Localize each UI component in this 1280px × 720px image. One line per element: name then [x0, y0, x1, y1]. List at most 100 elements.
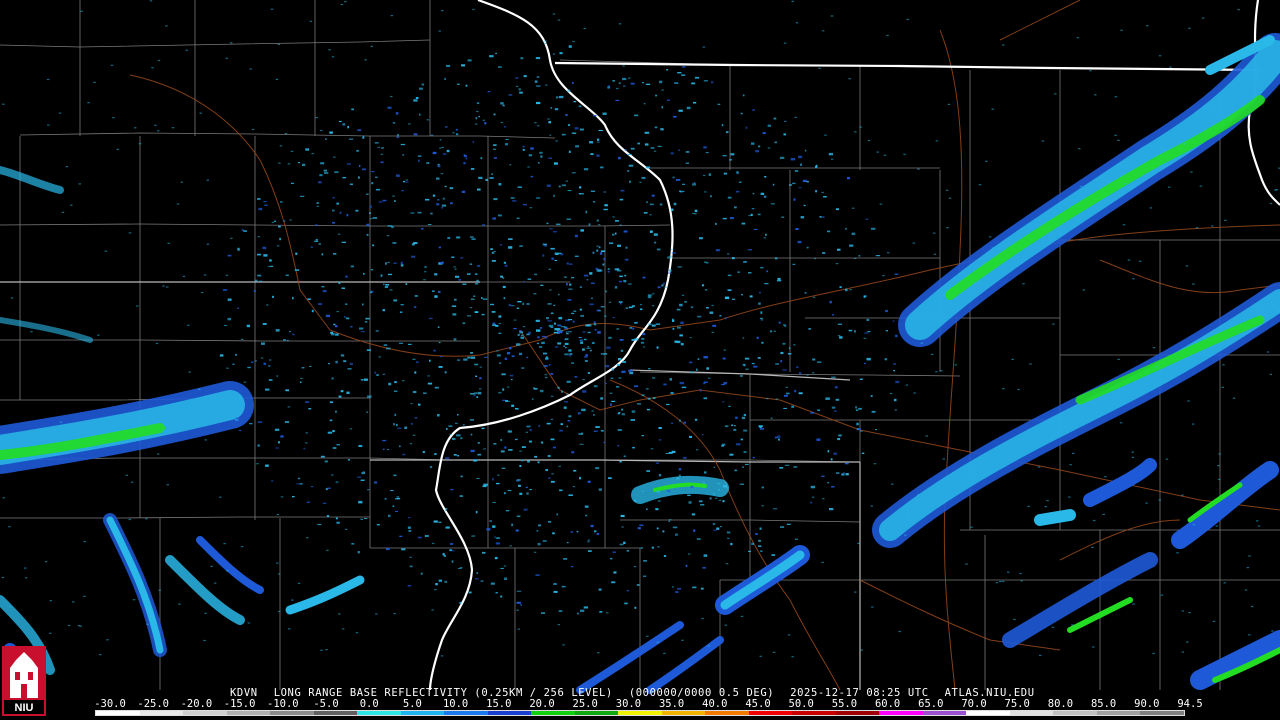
clutter-speck — [719, 314, 722, 317]
clutter-speck — [472, 141, 475, 143]
clutter-speck — [392, 505, 395, 507]
clutter-speck — [345, 275, 348, 278]
clutter-speck — [439, 147, 442, 149]
clutter-speck — [778, 438, 780, 441]
clutter-speck — [441, 146, 444, 148]
clutter-speck — [541, 335, 547, 338]
clutter-speck — [359, 327, 364, 330]
clutter-speck — [1020, 580, 1023, 582]
clutter-speck — [466, 315, 472, 317]
clutter-speck — [280, 435, 284, 438]
clutter-speck — [328, 49, 331, 51]
clutter-speck — [722, 443, 726, 446]
clutter-speck — [449, 434, 452, 436]
clutter-speck — [756, 336, 759, 339]
clutter-speck — [821, 191, 824, 194]
clutter-speck — [912, 242, 916, 244]
clutter-speck — [544, 337, 548, 339]
clutter-speck — [782, 369, 787, 371]
clutter-speck — [604, 382, 607, 384]
clutter-speck — [83, 595, 86, 597]
clutter-speck — [1218, 99, 1221, 101]
clutter-speck — [412, 358, 416, 360]
clutter-speck — [1246, 567, 1250, 569]
clutter-speck — [715, 222, 717, 225]
clutter-speck — [413, 133, 418, 136]
clutter-speck — [258, 207, 263, 211]
clutter-speck — [650, 448, 654, 450]
clutter-speck — [602, 263, 605, 266]
clutter-speck — [851, 207, 855, 209]
clutter-speck — [475, 273, 478, 275]
clutter-speck — [948, 197, 952, 199]
clutter-speck — [591, 297, 593, 299]
clutter-speck — [522, 302, 525, 305]
clutter-speck — [253, 290, 256, 292]
clutter-speck — [649, 230, 653, 233]
clutter-speck — [551, 473, 554, 475]
clutter-speck — [1082, 289, 1085, 291]
clutter-speck — [680, 321, 684, 324]
clutter-speck — [845, 288, 848, 292]
clutter-speck — [475, 578, 479, 580]
clutter-speck — [917, 494, 920, 496]
clutter-speck — [557, 324, 562, 327]
clutter-speck — [683, 421, 686, 424]
clutter-speck — [791, 656, 794, 658]
clutter-speck — [484, 122, 487, 125]
clutter-speck — [386, 235, 390, 237]
clutter-speck — [637, 527, 641, 530]
clutter-speck — [515, 85, 519, 87]
clutter-speck — [718, 499, 722, 501]
clutter-speck — [618, 377, 622, 379]
clutter-speck — [478, 115, 480, 118]
clutter-speck — [530, 175, 533, 178]
clutter-speck — [821, 216, 825, 218]
clutter-speck — [335, 410, 337, 413]
clutter-speck — [876, 151, 879, 153]
clutter-speck — [588, 550, 592, 552]
clutter-speck — [676, 477, 680, 480]
clutter-speck — [257, 274, 262, 277]
clutter-speck — [875, 255, 881, 257]
clutter-speck — [283, 339, 287, 341]
clutter-speck — [810, 485, 816, 489]
clutter-speck — [1201, 17, 1205, 19]
clutter-speck — [739, 375, 743, 377]
clutter-speck — [609, 392, 613, 394]
clutter-speck — [745, 463, 749, 465]
clutter-speck — [597, 652, 600, 654]
clutter-speck — [348, 138, 354, 140]
clutter-speck — [516, 307, 520, 309]
legend-color-swatch — [400, 711, 445, 715]
clutter-speck — [500, 121, 504, 124]
clutter-speck — [667, 99, 670, 101]
clutter-speck — [668, 269, 672, 272]
clutter-speck — [548, 324, 553, 328]
clutter-speck — [673, 202, 677, 206]
clutter-speck — [476, 110, 479, 113]
clutter-speck — [224, 324, 227, 326]
clutter-speck — [361, 168, 366, 171]
clutter-speck — [663, 383, 667, 386]
clutter-speck — [751, 142, 755, 145]
clutter-speck — [1071, 624, 1074, 626]
clutter-speck — [472, 8, 475, 11]
clutter-speck — [411, 423, 413, 425]
legend-color-swatch — [879, 711, 923, 715]
clutter-speck — [435, 583, 438, 586]
clutter-speck — [618, 358, 621, 361]
clutter-speck — [491, 260, 496, 262]
clutter-speck — [704, 471, 707, 474]
clutter-speck — [240, 338, 244, 340]
clutter-speck — [631, 410, 636, 413]
clutter-speck — [858, 407, 862, 410]
clutter-speck — [315, 117, 318, 119]
legend-color-swatch — [139, 711, 184, 715]
clutter-speck — [452, 438, 456, 440]
clutter-speck — [509, 164, 512, 166]
clutter-speck — [587, 346, 590, 348]
clutter-speck — [748, 272, 752, 274]
clutter-speck — [336, 444, 340, 446]
clutter-speck — [947, 103, 951, 105]
